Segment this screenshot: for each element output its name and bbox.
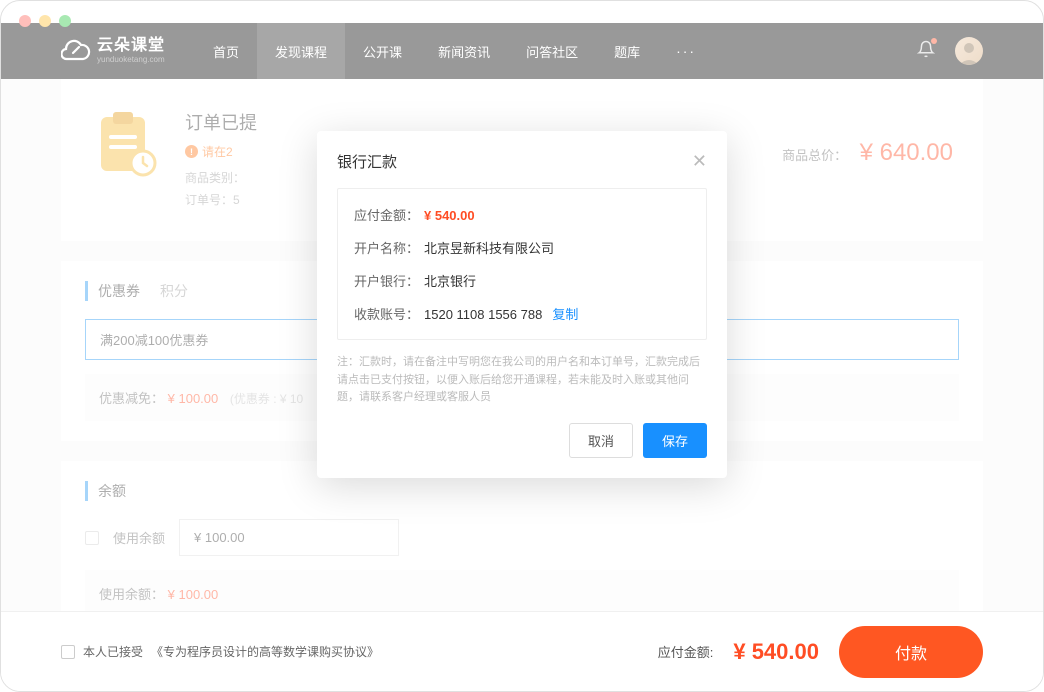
footer-amount-value: ¥ 540.00 [733,639,819,665]
modal-account-name-value: 北京昱新科技有限公司 [424,238,554,257]
modal-title: 银行汇款 [337,151,397,172]
checkout-footer: 本人已接受 《专为程序员设计的高等数学课购买协议》 应付金额: ¥ 540.00… [1,611,1043,691]
modal-close-button[interactable]: ✕ [692,151,707,172]
modal-amount-label: 应付金额： [354,205,424,224]
modal-account-name-label: 开户名称： [354,238,424,257]
modal-account-no-value: 1520 1108 1556 788 [424,307,542,322]
modal-overlay: 银行汇款 ✕ 应付金额： ¥ 540.00 开户名称： 北京昱新科技有限公司 开… [1,1,1043,691]
agreement-prefix: 本人已接受 [83,643,143,660]
bank-transfer-modal: 银行汇款 ✕ 应付金额： ¥ 540.00 开户名称： 北京昱新科技有限公司 开… [317,131,727,478]
modal-account-no-label: 收款账号： [354,304,424,323]
agreement-link[interactable]: 《专为程序员设计的高等数学课购买协议》 [151,643,379,660]
modal-amount-value: ¥ 540.00 [424,208,475,223]
copy-account-button[interactable]: 复制 [552,304,578,323]
agreement-checkbox[interactable] [61,645,75,659]
footer-amount-label: 应付金额: [658,642,714,661]
modal-note: 注：汇款时，请在备注中写明您在我公司的用户名和本订单号，汇款完成后请点击已支付按… [337,354,707,407]
pay-button[interactable]: 付款 [839,626,983,678]
save-button[interactable]: 保存 [643,423,707,458]
modal-bank-label: 开户银行： [354,271,424,290]
cancel-button[interactable]: 取消 [569,423,633,458]
modal-bank-value: 北京银行 [424,271,476,290]
